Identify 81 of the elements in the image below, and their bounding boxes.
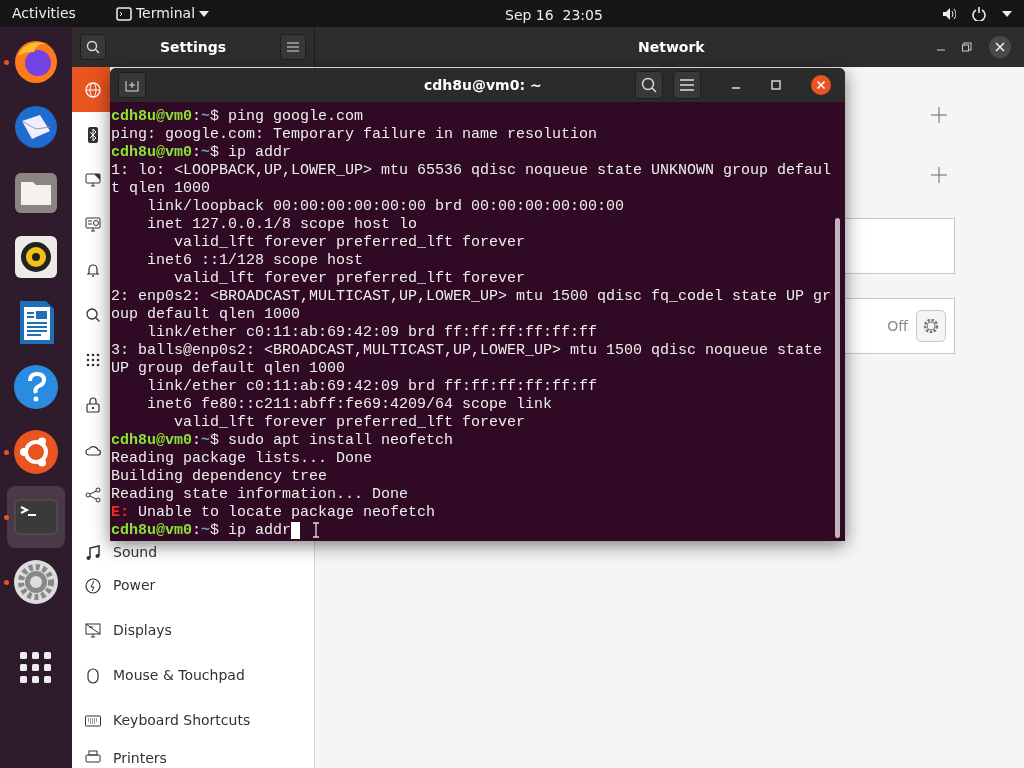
terminal-line: link/ether c0:11:ab:69:42:09 brd ff:ff:ff:ff:ff:ff xyxy=(146,378,598,396)
menu-button[interactable] xyxy=(673,71,701,99)
terminal-line: cdh8u@vm0:~$ ip addr xyxy=(111,144,292,162)
terminal-line: valid_lft forever preferred_lft forever xyxy=(173,270,526,288)
search-button[interactable] xyxy=(635,71,663,99)
terminal-line: t qlen 1000 xyxy=(111,180,211,198)
monitor-icon xyxy=(85,622,101,639)
terminal-line: 1: lo: <LOOPBACK,UP,LOWER_UP> mtu 65536 qdisc noqueue state UNKNOWN group defaul xyxy=(111,162,832,180)
terminal-line: Reading state information... Done xyxy=(111,486,409,504)
keyboard-icon xyxy=(85,712,101,729)
scrollbar[interactable] xyxy=(835,218,840,538)
terminal-line: Building dependency tree xyxy=(111,468,328,486)
bluetooth-icon xyxy=(85,126,101,143)
activities-button[interactable]: Activities xyxy=(12,3,76,24)
ibeam-pointer-icon xyxy=(312,522,321,538)
terminal-line: cdh8u@vm0:~$ ip addr xyxy=(111,522,292,540)
bell-icon xyxy=(85,261,101,278)
caret-icon[interactable] xyxy=(199,10,210,17)
terminal-line: cdh8u@vm0:~$ ping google.com xyxy=(111,108,364,126)
terminal-line: link/loopback 00:00:00:00:00:00 brd 00:00:00:00:00:00 xyxy=(146,198,625,216)
sidebar-item[interactable]: Sound xyxy=(72,542,314,563)
search-button[interactable] xyxy=(80,34,106,60)
menu-icon xyxy=(680,79,694,91)
window-title: Settings xyxy=(159,37,227,57)
power-icon xyxy=(85,577,101,594)
power-icon[interactable] xyxy=(972,6,986,21)
terminal-line: link/ether c0:11:ab:69:42:09 brd ff:ff:ff:ff:ff:ff xyxy=(146,324,598,342)
maximize-icon[interactable] xyxy=(771,80,781,90)
gear-icon xyxy=(12,558,60,606)
app-menu[interactable]: Terminal xyxy=(135,3,196,24)
close-icon[interactable] xyxy=(988,35,1012,59)
sidebar-item[interactable]: Mouse & Touchpad xyxy=(72,653,314,698)
terminal-line: inet6 fe80::c211:abff:fe69:4209/64 scope link xyxy=(146,396,553,414)
grid-icon xyxy=(85,351,101,368)
gear-icon xyxy=(922,317,940,335)
sidebar-item[interactable]: Keyboard Shortcuts xyxy=(72,698,314,743)
sidebar-item[interactable]: Displays xyxy=(72,608,314,653)
status-label: Off xyxy=(887,316,908,336)
terminal-line: valid_lft forever preferred_lft forever xyxy=(173,234,526,252)
terminal-icon xyxy=(115,6,132,21)
caret-icon[interactable] xyxy=(1002,10,1012,17)
share-icon xyxy=(85,486,101,503)
ubuntu-icon xyxy=(12,428,60,476)
mouse-icon xyxy=(85,667,101,684)
volume-icon[interactable] xyxy=(942,6,956,21)
menu-button[interactable] xyxy=(280,34,306,60)
help-icon xyxy=(12,363,60,411)
terminal-line: ping: google.com: Temporary failure in name resolution xyxy=(111,126,598,144)
terminal-line: valid_lft forever preferred_lft forever xyxy=(173,414,526,432)
mail-icon xyxy=(12,103,60,151)
speaker-icon xyxy=(12,233,60,281)
close-icon[interactable] xyxy=(810,74,832,96)
music-note-icon xyxy=(85,544,101,561)
terminal-line: inet6 ::1/128 scope host xyxy=(146,252,364,270)
monitor-icon xyxy=(85,216,101,233)
restore-icon[interactable] xyxy=(962,42,972,52)
window-title: cdh8u@vm0: ~ xyxy=(424,75,542,95)
browser-icon xyxy=(12,38,60,86)
sidebar-item[interactable]: Printers xyxy=(72,743,314,768)
search-icon xyxy=(86,40,100,54)
terminal-line: E: Unable to locate package neofetch xyxy=(111,504,436,522)
page-title: Network xyxy=(638,37,705,57)
terminal-line: UP group default qlen 1000 xyxy=(111,360,346,378)
terminal-line: inet 127.0.0.1/8 scope host lo xyxy=(146,216,418,234)
globe-icon xyxy=(85,81,101,98)
terminal-line: 3: balls@enp0s2: <BROADCAST,MULTICAST,UP,LOWER_UP> mtu 1500 qdisc noqueue state xyxy=(111,342,823,360)
clock[interactable]: Sep 16 23:05 xyxy=(505,5,603,26)
sidebar-item[interactable]: Power xyxy=(72,563,314,608)
monitor-icon xyxy=(85,171,101,188)
lock-icon xyxy=(85,396,101,413)
terminal-line: Reading package lists... Done xyxy=(111,450,373,468)
terminal-line: 2: enp0s2: <BROADCAST,MULTICAST,UP,LOWER_UP> mtu 1500 qdisc fq_codel state UP gr xyxy=(111,288,832,306)
search-icon xyxy=(641,77,657,93)
terminal-line: oup default qlen 1000 xyxy=(111,306,301,324)
printer-icon xyxy=(85,750,101,766)
new-tab-icon xyxy=(125,78,139,92)
menu-icon xyxy=(287,42,299,52)
search-icon xyxy=(85,306,101,323)
new-tab-button[interactable] xyxy=(118,72,146,98)
settings-button[interactable] xyxy=(916,310,946,342)
terminal-line: cdh8u@vm0:~$ sudo apt install neofetch xyxy=(111,432,454,450)
